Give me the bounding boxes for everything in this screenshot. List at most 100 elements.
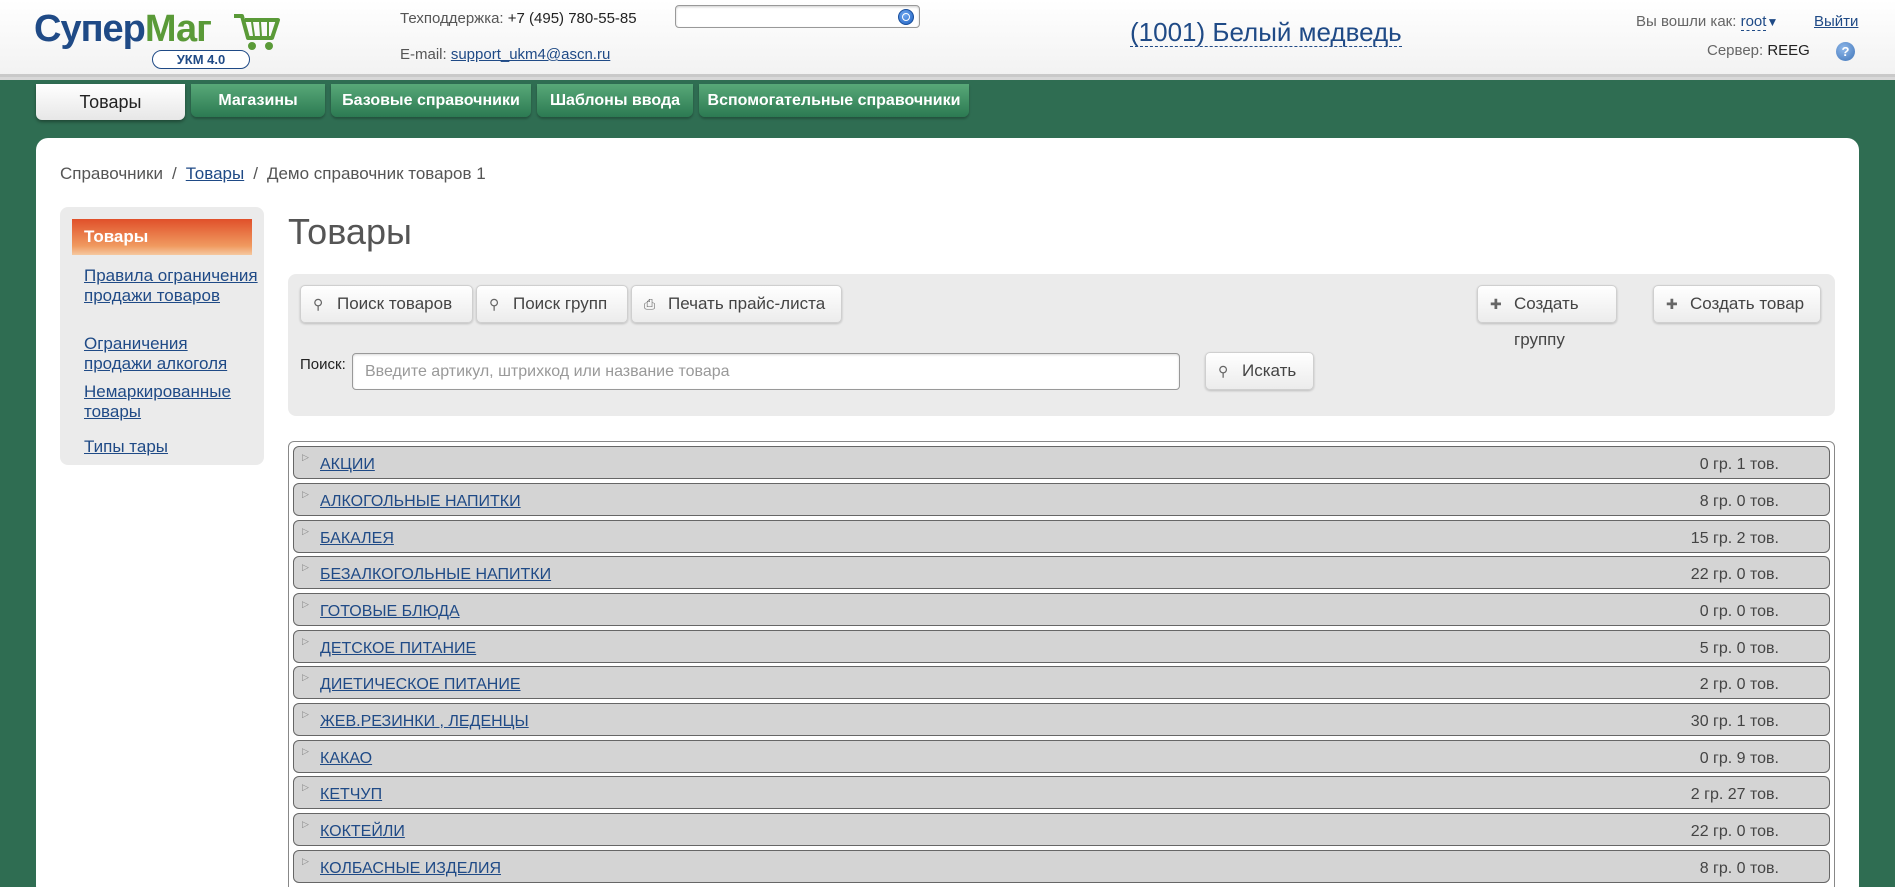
expand-icon[interactable]: ▷ bbox=[302, 527, 309, 537]
expand-icon[interactable]: ▷ bbox=[302, 453, 309, 463]
search-goods-button[interactable]: ⚲ Поиск товаров bbox=[300, 285, 473, 323]
logo-part1: Супер bbox=[34, 8, 146, 50]
user-menu[interactable]: root bbox=[1740, 13, 1767, 31]
group-count: 0 гр. 9 тов. bbox=[1699, 750, 1779, 767]
group-link[interactable]: КАКАО bbox=[320, 750, 372, 768]
group-link[interactable]: БАКАЛЕЯ bbox=[320, 530, 394, 548]
group-row[interactable]: ▷ ЖЕВ.РЕЗИНКИ , ЛЕДЕНЦЫ 30 гр. 1 тов. bbox=[293, 703, 1830, 736]
sidebar: Товары Правила ограничения продажи товар… bbox=[60, 207, 264, 465]
logo-badge: УКМ 4.0 bbox=[152, 50, 250, 69]
group-row[interactable]: ▷ ДИЕТИЧЕСКОЕ ПИТАНИЕ 2 гр. 0 тов. bbox=[293, 666, 1830, 699]
logo-text: СуперМаг bbox=[34, 8, 212, 51]
sidebar-item-container-types[interactable]: Типы тары bbox=[84, 437, 259, 457]
create-group-button[interactable]: ✚ Создать группу bbox=[1477, 285, 1617, 349]
group-row[interactable]: ▷ ДЕТСКОЕ ПИТАНИЕ 5 гр. 0 тов. bbox=[293, 630, 1830, 663]
group-row[interactable]: ▷ КАКАО 0 гр. 9 тов. bbox=[293, 740, 1830, 773]
breadcrumb-separator: / bbox=[253, 164, 258, 183]
group-row[interactable]: ▷ АКЦИИ 0 гр. 1 тов. bbox=[293, 446, 1830, 479]
sidebar-item-sale-restriction-rules[interactable]: Правила ограничения продажи товаров bbox=[84, 266, 259, 306]
header-divider bbox=[0, 74, 1895, 77]
server-name: REEG bbox=[1767, 42, 1810, 59]
tab-stores[interactable]: Магазины bbox=[191, 84, 325, 117]
print-price-list-button[interactable]: ⎙ Печать прайс-листа bbox=[631, 285, 842, 323]
group-count: 5 гр. 0 тов. bbox=[1699, 640, 1779, 657]
content-panel: Справочники / Товары / Демо справочник товар… bbox=[36, 138, 1859, 887]
group-count: 22 гр. 0 тов. bbox=[1690, 566, 1779, 583]
expand-icon[interactable]: ▷ bbox=[302, 600, 309, 610]
logo-part2: Маг bbox=[144, 8, 212, 50]
group-count: 30 гр. 1 тов. bbox=[1690, 713, 1779, 730]
tab-base-directories[interactable]: Базовые справочники bbox=[331, 84, 531, 117]
group-link[interactable]: ЖЕВ.РЕЗИНКИ , ЛЕДЕНЦЫ bbox=[320, 713, 529, 731]
search-goods-label: Поиск товаров bbox=[337, 294, 453, 313]
store-selector[interactable]: (1001) Белый медведь bbox=[1130, 18, 1402, 47]
support-phone: +7 (495) 780-55-85 bbox=[507, 10, 637, 27]
plus-icon: ✚ bbox=[1666, 296, 1678, 312]
server-label: Сервер: bbox=[1707, 42, 1764, 59]
expand-icon[interactable]: ▷ bbox=[302, 820, 309, 830]
search-groups-label: Поиск групп bbox=[513, 294, 608, 313]
email-info: E-mail: support_ukm4@ascn.ru bbox=[400, 46, 610, 63]
expand-icon[interactable]: ▷ bbox=[302, 563, 309, 573]
breadcrumb: Справочники / Товары / Демо справочник товар… bbox=[60, 164, 486, 184]
page-title: Товары bbox=[288, 211, 412, 252]
group-row[interactable]: ▷ ГОТОВЫЕ БЛЮДА 0 гр. 0 тов. bbox=[293, 593, 1830, 626]
group-link[interactable]: КЕТЧУП bbox=[320, 786, 382, 804]
group-count: 0 гр. 1 тов. bbox=[1699, 456, 1779, 473]
printer-icon: ⎙ bbox=[644, 296, 656, 312]
group-link[interactable]: АЛКОГОЛЬНЫЕ НАПИТКИ bbox=[320, 493, 521, 511]
search-icon[interactable] bbox=[898, 9, 914, 25]
plus-icon: ✚ bbox=[1490, 296, 1502, 312]
group-link[interactable]: ГОТОВЫЕ БЛЮДА bbox=[320, 603, 460, 621]
group-row[interactable]: ▷ БАКАЛЕЯ 15 гр. 2 тов. bbox=[293, 520, 1830, 553]
tab-goods[interactable]: Товары bbox=[36, 84, 185, 120]
breadcrumb-link-goods[interactable]: Товары bbox=[186, 164, 244, 183]
toolbar: ⚲ Поиск товаров ⚲ Поиск групп ⎙ Печать прай… bbox=[288, 274, 1835, 416]
caret-down-icon[interactable]: ▼ bbox=[1766, 15, 1778, 29]
sidebar-item-unmarked-goods[interactable]: Немаркированные товары bbox=[84, 382, 259, 422]
group-row[interactable]: ▷ КОКТЕЙЛИ 22 гр. 0 тов. bbox=[293, 813, 1830, 846]
tab-input-templates[interactable]: Шаблоны ввода bbox=[537, 84, 693, 117]
search-icon: ⚲ bbox=[489, 296, 500, 312]
group-link[interactable]: КОКТЕЙЛИ bbox=[320, 823, 405, 841]
expand-icon[interactable]: ▷ bbox=[302, 857, 309, 867]
server-info: Сервер: REEG bbox=[1707, 42, 1810, 59]
expand-icon[interactable]: ▷ bbox=[302, 783, 309, 793]
support-email-link[interactable]: support_ukm4@ascn.ru bbox=[451, 46, 610, 63]
search-label: Поиск: bbox=[300, 356, 346, 373]
support-info: Техподдержка: +7 (495) 780-55-85 bbox=[400, 10, 637, 27]
app-logo[interactable]: СуперМаг УКМ 4.0 bbox=[34, 8, 284, 70]
group-count: 2 гр. 0 тов. bbox=[1699, 676, 1779, 693]
expand-icon[interactable]: ▷ bbox=[302, 710, 309, 720]
expand-icon[interactable]: ▷ bbox=[302, 637, 309, 647]
expand-icon[interactable]: ▷ bbox=[302, 673, 309, 683]
group-link[interactable]: КОЛБАСНЫЕ ИЗДЕЛИЯ bbox=[320, 860, 501, 878]
header-search-input[interactable] bbox=[675, 5, 920, 28]
sidebar-item-goods[interactable]: Товары bbox=[72, 219, 252, 255]
breadcrumb-separator: / bbox=[172, 164, 177, 183]
group-row[interactable]: ▷ АЛКОГОЛЬНЫЕ НАПИТКИ 8 гр. 0 тов. bbox=[293, 483, 1830, 516]
group-link[interactable]: БЕЗАЛКОГОЛЬНЫЕ НАПИТКИ bbox=[320, 566, 551, 584]
group-link[interactable]: ДЕТСКОЕ ПИТАНИЕ bbox=[320, 640, 476, 658]
group-link[interactable]: ДИЕТИЧЕСКОЕ ПИТАНИЕ bbox=[320, 676, 521, 694]
expand-icon[interactable]: ▷ bbox=[302, 747, 309, 757]
logout-link[interactable]: Выйти bbox=[1814, 13, 1858, 30]
help-icon[interactable]: ? bbox=[1836, 42, 1855, 61]
create-good-label: Создать товар bbox=[1690, 294, 1805, 313]
group-row[interactable]: ▷ КЕТЧУП 2 гр. 27 тов. bbox=[293, 776, 1830, 809]
expand-icon[interactable]: ▷ bbox=[302, 490, 309, 500]
group-row[interactable]: ▷ КОЛБАСНЫЕ ИЗДЕЛИЯ 8 гр. 0 тов. bbox=[293, 850, 1830, 883]
group-count: 8 гр. 0 тов. bbox=[1699, 860, 1779, 877]
logged-in-label: Вы вошли как: bbox=[1636, 13, 1737, 30]
tab-auxiliary-directories[interactable]: Вспомогательные справочники bbox=[699, 84, 969, 117]
create-group-label: Создать группу bbox=[1514, 294, 1579, 349]
search-groups-button[interactable]: ⚲ Поиск групп bbox=[476, 285, 628, 323]
print-price-label: Печать прайс-листа bbox=[668, 294, 826, 313]
create-good-button[interactable]: ✚ Создать товар bbox=[1653, 285, 1821, 323]
sidebar-item-alcohol-restrictions[interactable]: Ограничения продажи алкоголя bbox=[84, 334, 259, 374]
group-count: 0 гр. 0 тов. bbox=[1699, 603, 1779, 620]
goods-search-input[interactable] bbox=[352, 353, 1180, 390]
group-row[interactable]: ▷ БЕЗАЛКОГОЛЬНЫЕ НАПИТКИ 22 гр. 0 тов. bbox=[293, 556, 1830, 589]
group-link[interactable]: АКЦИИ bbox=[320, 456, 375, 474]
find-button[interactable]: ⚲ Искать bbox=[1205, 352, 1314, 390]
